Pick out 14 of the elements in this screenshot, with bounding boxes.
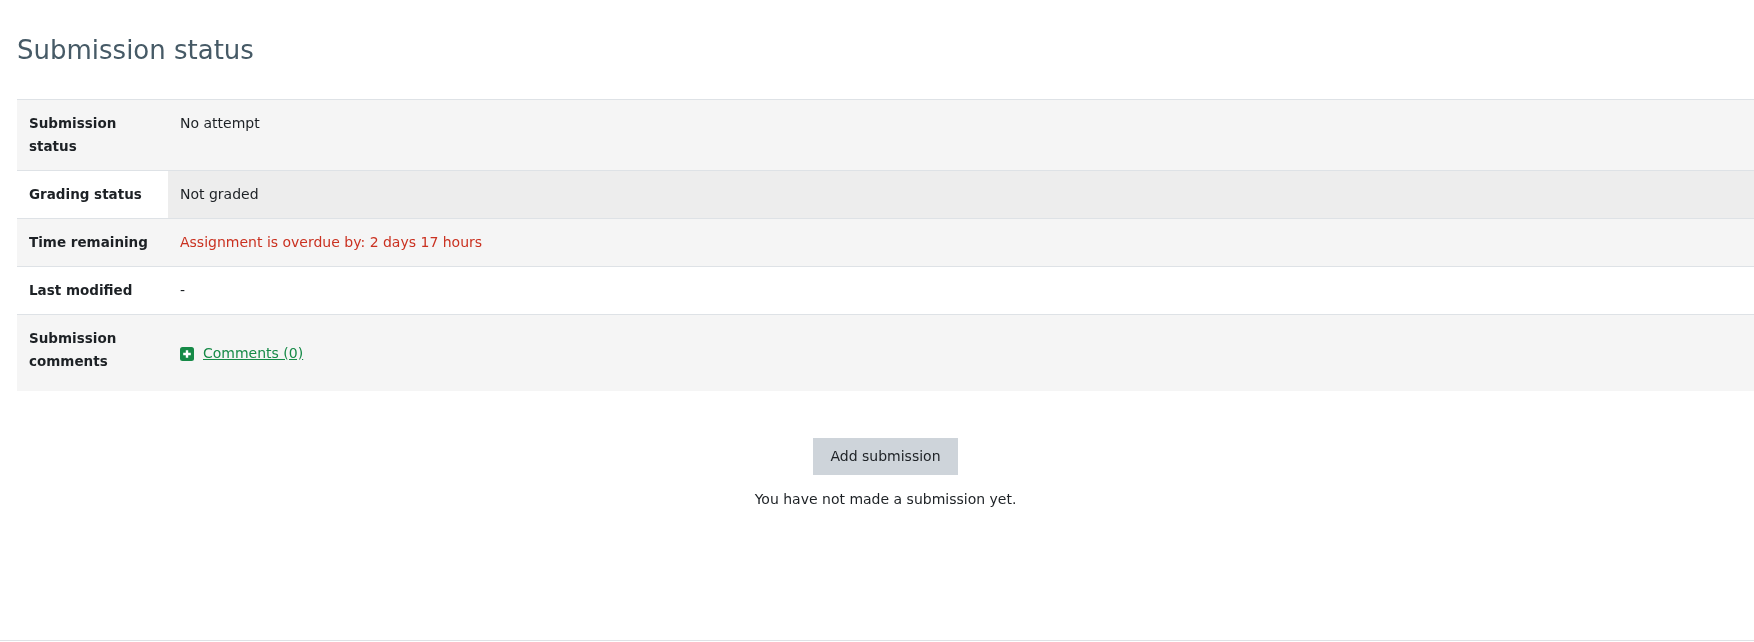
submission-note: You have not made a submission yet.: [754, 490, 1017, 509]
page-heading: Submission status: [17, 34, 254, 67]
add-submission-button[interactable]: Add submission: [813, 438, 958, 475]
field-value: -: [180, 282, 186, 298]
comments-link[interactable]: Comments (0): [203, 342, 304, 365]
field-label: Submission comments: [29, 330, 117, 369]
field-value: No attempt: [180, 115, 260, 131]
field-label: Submission status: [29, 115, 117, 154]
plus-icon[interactable]: [180, 346, 194, 361]
field-label: Last modified: [29, 282, 133, 298]
field-label: Grading status: [29, 186, 142, 202]
field-value: Not graded: [180, 186, 259, 202]
field-label: Time remaining: [29, 234, 148, 250]
overdue-notice: Assignment is overdue by: 2 days 17 hours: [180, 234, 483, 250]
